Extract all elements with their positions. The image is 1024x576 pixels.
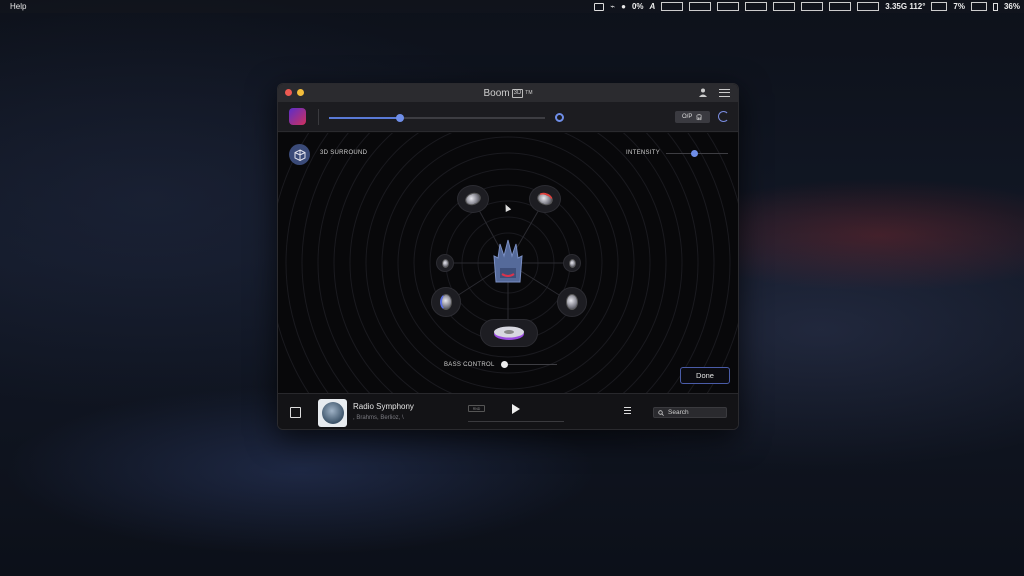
- status-box: [717, 2, 740, 11]
- separator: [318, 109, 319, 125]
- status-box: [745, 2, 768, 11]
- close-button[interactable]: [285, 89, 292, 96]
- library-icon[interactable]: [290, 407, 301, 418]
- progress-bar[interactable]: [468, 421, 564, 422]
- cast-icon[interactable]: ⌁: [610, 2, 615, 11]
- cube-icon: [294, 148, 305, 161]
- title-bar[interactable]: Boom 3D TM: [278, 84, 738, 102]
- volume-boost-icon[interactable]: [555, 113, 564, 122]
- window-title: Boom 3D TM: [483, 88, 532, 99]
- intensity-slider[interactable]: [666, 150, 728, 157]
- 3d-surround-icon[interactable]: [289, 144, 310, 165]
- album-art[interactable]: [318, 399, 347, 427]
- playlist-icon[interactable]: [621, 407, 631, 418]
- mouse-icon[interactable]: ●: [621, 2, 626, 11]
- status-box: [801, 2, 824, 11]
- input-source[interactable]: A: [650, 2, 656, 11]
- cpu-usage: 7%: [953, 2, 965, 11]
- status-box: [970, 2, 987, 11]
- boom-app-icon[interactable]: [289, 108, 306, 125]
- user-icon[interactable]: [699, 88, 707, 97]
- volume-slider[interactable]: [329, 114, 545, 122]
- track-title: Radio Symphony: [353, 402, 414, 411]
- bass-thumb[interactable]: [501, 361, 508, 368]
- speaker-icon: [441, 258, 449, 268]
- screen-record-icon[interactable]: [594, 2, 605, 11]
- speaker-icon: [535, 190, 555, 208]
- surround-label: 3D SURROUND: [320, 150, 368, 156]
- status-box: [857, 2, 880, 11]
- speaker-rear-left[interactable]: [431, 287, 461, 317]
- headphones-icon: 🎧︎: [695, 114, 703, 121]
- status-area: ⌁ ● 0% A 3.35G 112° 7% 36%: [594, 1, 1020, 12]
- window-controls: [285, 89, 304, 96]
- speaker-icon: [566, 294, 578, 310]
- menu-bar: Help ⌁ ● 0% A 3.35G 112° 7% 36%: [0, 0, 1024, 13]
- bass-slider[interactable]: [501, 361, 557, 368]
- random-button[interactable]: RND: [468, 405, 485, 412]
- subwoofer[interactable]: [480, 319, 538, 347]
- status-box: [829, 2, 852, 11]
- volume-fill: [329, 117, 401, 119]
- status-box: [689, 2, 712, 11]
- status-box: [661, 2, 684, 11]
- title-badge: 3D: [511, 88, 524, 98]
- cpu-freq: 3.35G 112°: [885, 2, 926, 11]
- volume-thumb[interactable]: [396, 114, 405, 122]
- listener-head-icon: [493, 239, 523, 283]
- boom-window: Boom 3D TM O/P 🎧︎ 3D SURROUND INTENSITY …: [277, 83, 739, 430]
- speaker-icon: [463, 190, 483, 208]
- output-button[interactable]: O/P 🎧︎: [675, 111, 710, 123]
- subwoofer-icon: [494, 326, 524, 340]
- battery-percent: 36%: [1003, 2, 1020, 11]
- battery-label: 0%: [631, 2, 644, 11]
- search-field[interactable]: [653, 407, 727, 418]
- speaker-rear-right[interactable]: [557, 287, 587, 317]
- done-button[interactable]: Done: [680, 367, 730, 384]
- speaker-front-right[interactable]: [529, 185, 561, 213]
- status-box: [773, 2, 796, 11]
- speaker-icon: [568, 258, 576, 268]
- speaker-side-left[interactable]: [436, 254, 454, 272]
- speaker-front-left[interactable]: [457, 185, 489, 213]
- menu-help[interactable]: Help: [10, 2, 26, 11]
- bass-label: BASS CONTROL: [444, 362, 495, 368]
- minimize-button[interactable]: [297, 89, 304, 96]
- title-actions: [699, 88, 730, 97]
- menu-icon[interactable]: [719, 88, 730, 97]
- speaker-icon: [440, 294, 452, 310]
- search-input[interactable]: [668, 409, 726, 416]
- output-label: O/P: [682, 114, 693, 120]
- track-artist: , Brahms, Berlioz, \: [353, 415, 404, 421]
- effects-icon[interactable]: [718, 111, 729, 122]
- battery-icon[interactable]: [992, 2, 998, 11]
- intensity-thumb[interactable]: [690, 150, 698, 157]
- status-box: [931, 2, 948, 11]
- intensity-label: INTENSITY: [626, 150, 661, 156]
- title-text: Boom: [483, 87, 510, 99]
- mini-player: Radio Symphony , Brahms, Berlioz, \ RND: [278, 393, 738, 429]
- album-disc: [321, 402, 344, 424]
- toolbar: O/P 🎧︎: [278, 102, 738, 132]
- surround-panel: 3D SURROUND INTENSITY BASS CONTROL Done: [278, 133, 738, 393]
- speaker-side-right[interactable]: [563, 254, 581, 272]
- trademark: TM: [525, 90, 533, 96]
- search-icon: [658, 409, 664, 416]
- play-icon[interactable]: [512, 404, 520, 414]
